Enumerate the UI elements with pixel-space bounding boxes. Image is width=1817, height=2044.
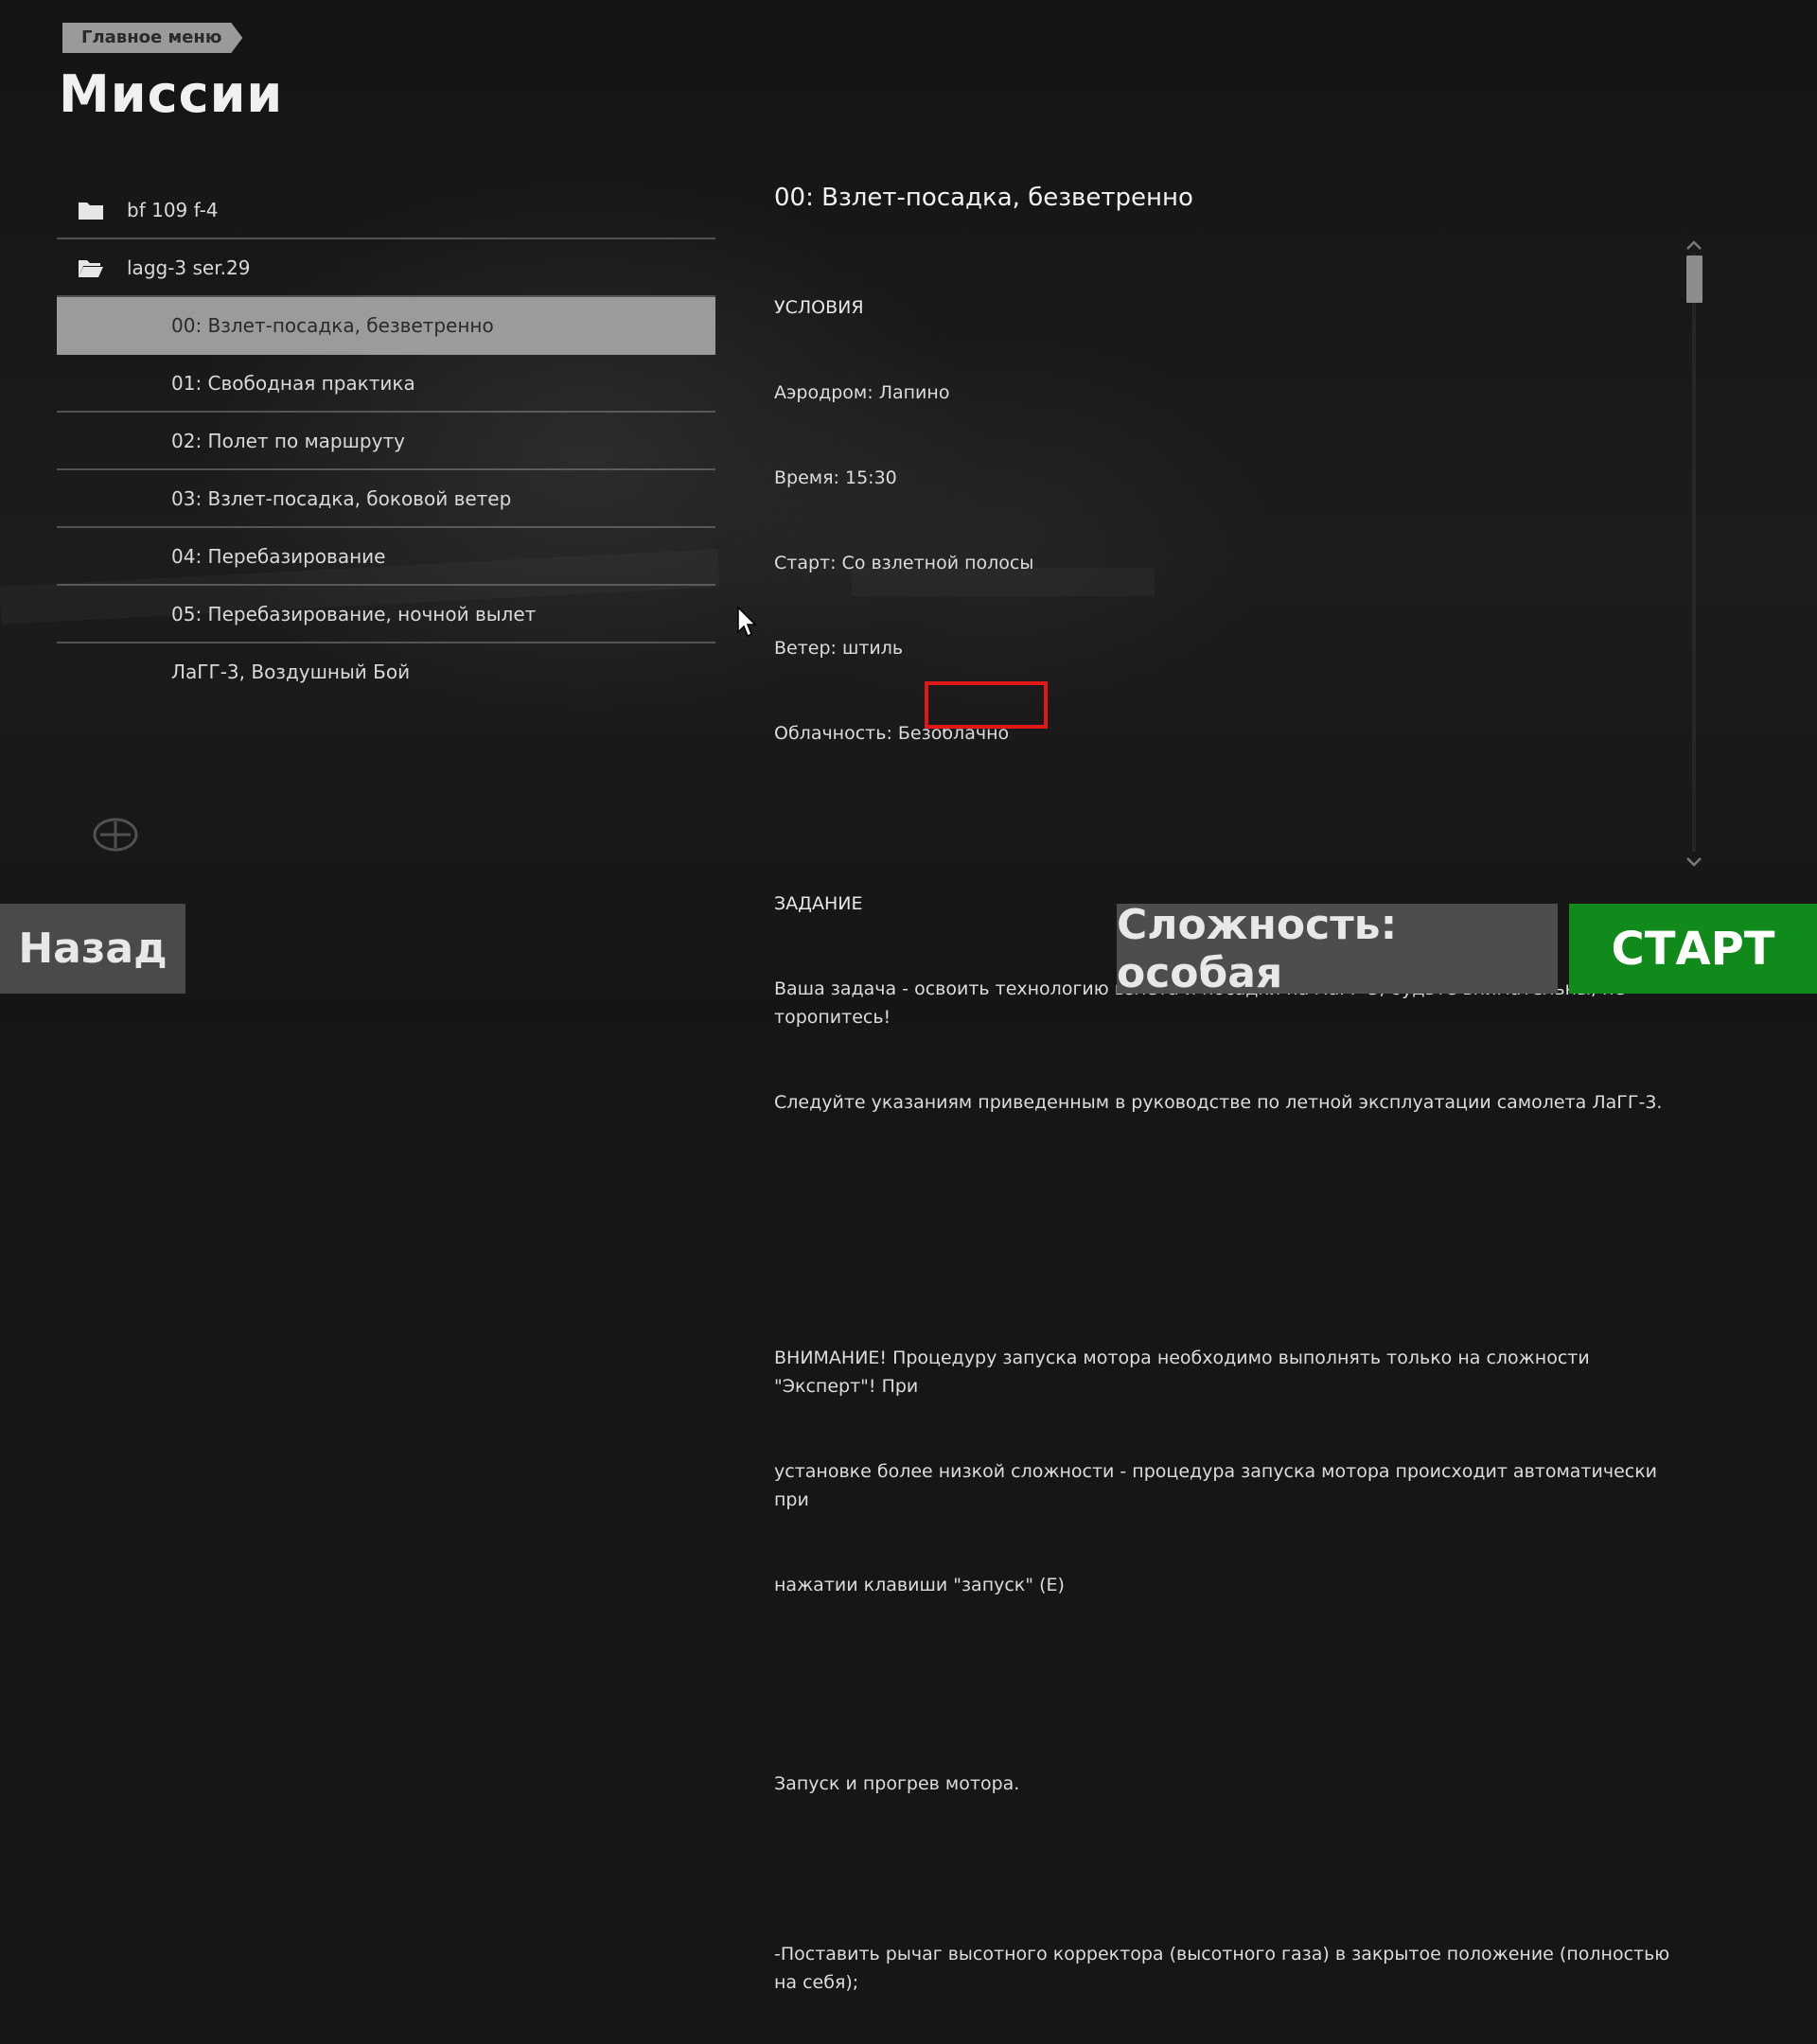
task-line: Следуйте указаниям приведенным в руковод… bbox=[774, 1092, 1663, 1113]
condition-line: Старт: Со взлетной полосы bbox=[774, 553, 1034, 573]
condition-line: Время: 15:30 bbox=[774, 467, 897, 488]
mission-detail-title: 00: Взлет-посадка, безветренно bbox=[774, 184, 1193, 212]
condition-line: Аэродром: Лапино bbox=[774, 382, 950, 403]
folder-label: lagg-3 ser.29 bbox=[127, 256, 251, 279]
mission-label: 05: Перебазирование, ночной вылет bbox=[171, 602, 537, 626]
back-button[interactable]: Назад bbox=[0, 904, 185, 994]
scrollbar-track[interactable] bbox=[1692, 254, 1696, 852]
mission-description: УСЛОВИЯ Аэродром: Лапино Время: 15:30 Ст… bbox=[774, 237, 1683, 2044]
mission-label: 00: Взлет-посадка, безветренно bbox=[171, 313, 494, 337]
scrollbar-thumb[interactable] bbox=[1686, 256, 1702, 303]
page-title: Миссии bbox=[59, 64, 284, 124]
mission-label: 02: Полет по маршруту bbox=[171, 429, 405, 452]
start-button[interactable]: СТАРТ bbox=[1569, 904, 1817, 994]
difficulty-button[interactable]: Сложность: особая bbox=[1117, 901, 1558, 997]
folder-closed-icon bbox=[79, 202, 103, 220]
mission-list: bf 109 f-4 lagg-3 ser.29 00: Взлет-посад… bbox=[57, 182, 715, 699]
mission-details-panel: 00: Взлет-посадка, безветренно УСЛОВИЯ А… bbox=[774, 184, 1683, 2044]
mission-label: 04: Перебазирование bbox=[171, 544, 386, 568]
folder-lagg3[interactable]: lagg-3 ser.29 bbox=[57, 239, 715, 297]
breadcrumb-main-menu[interactable]: Главное меню bbox=[62, 23, 242, 53]
scroll-up-icon[interactable] bbox=[1685, 238, 1703, 252]
mission-item-01[interactable]: 01: Свободная практика bbox=[57, 355, 715, 413]
engine-step-line: -Поставить рычаг высотного корректора (в… bbox=[774, 1944, 1676, 1993]
mission-label: ЛаГГ-3, Воздушный Бой bbox=[171, 660, 411, 683]
engine-start-header: Запуск и прогрев мотора. bbox=[774, 1773, 1020, 1794]
mission-label: 03: Взлет-посадка, боковой ветер bbox=[171, 486, 512, 510]
warning-line: ВНИМАНИЕ! Процедуру запуска мотора необх… bbox=[774, 1348, 1596, 1397]
condition-line: Ветер: штиль bbox=[774, 638, 904, 659]
scroll-down-icon[interactable] bbox=[1685, 855, 1703, 869]
warning-line: нажатии клавиши "запуск" (E) bbox=[774, 1575, 1065, 1595]
folder-open-icon bbox=[79, 259, 103, 277]
condition-line: Облачность: Безоблачно bbox=[774, 723, 1010, 744]
conditions-header: УСЛОВИЯ bbox=[774, 297, 864, 318]
mission-item-00[interactable]: 00: Взлет-посадка, безветренно bbox=[57, 297, 715, 355]
mission-item-02[interactable]: 02: Полет по маршруту bbox=[57, 413, 715, 470]
folder-bf109[interactable]: bf 109 f-4 bbox=[57, 182, 715, 239]
mission-item-lagg3-dogfight[interactable]: ЛаГГ-3, Воздушный Бой bbox=[57, 643, 715, 699]
mission-label: 01: Свободная практика bbox=[171, 371, 415, 395]
mission-item-05[interactable]: 05: Перебазирование, ночной вылет bbox=[57, 586, 715, 643]
folder-label: bf 109 f-4 bbox=[127, 198, 219, 221]
mission-item-04[interactable]: 04: Перебазирование bbox=[57, 528, 715, 586]
game-logo-icon bbox=[93, 818, 138, 852]
mission-item-03[interactable]: 03: Взлет-посадка, боковой ветер bbox=[57, 470, 715, 528]
warning-line: установке более низкой сложности - проце… bbox=[774, 1461, 1664, 1510]
